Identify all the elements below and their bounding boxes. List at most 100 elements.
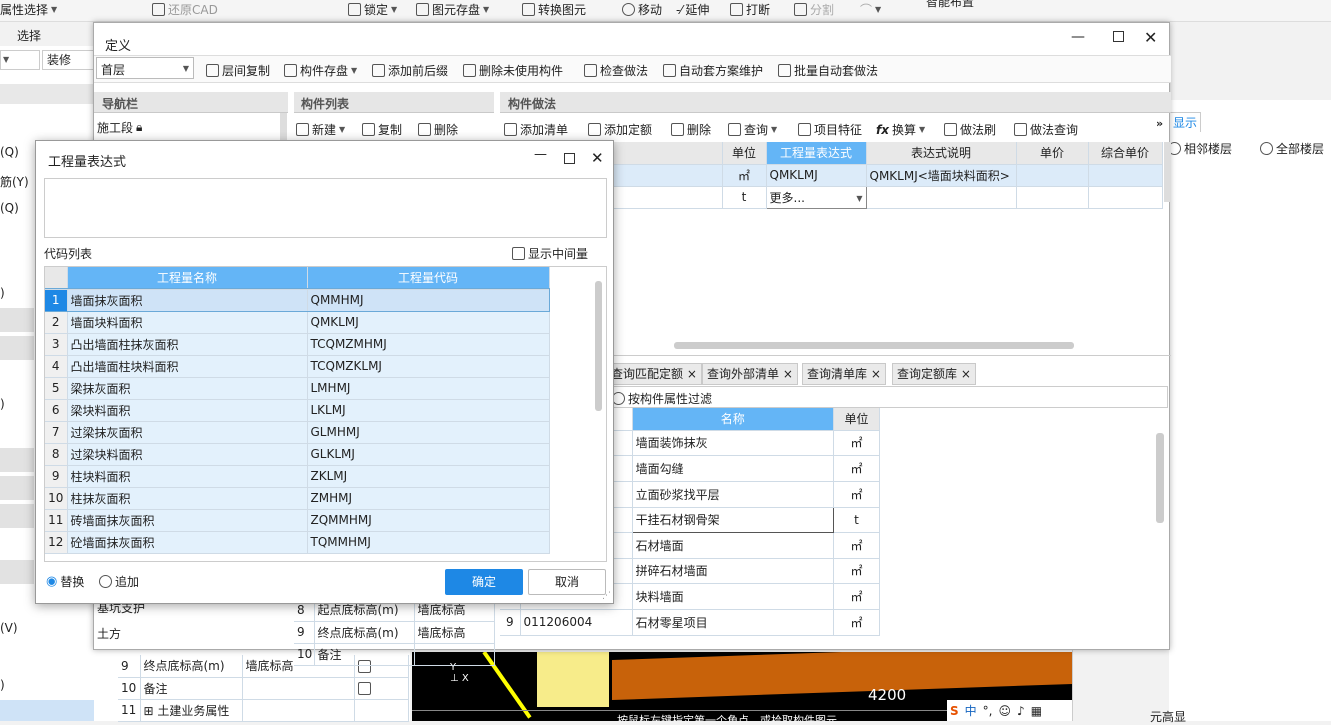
show-intermediate-checkbox[interactable]: 显示中间量 bbox=[512, 245, 588, 262]
append-radio[interactable]: 追加 bbox=[99, 573, 139, 590]
attr-select-menu[interactable]: 属性选择 ▼ bbox=[0, 1, 57, 18]
table-row[interactable]: 11 砖墙面抹灰面积 ZQMMHMJ bbox=[45, 509, 550, 532]
lock-button[interactable]: 锁定 ▼ bbox=[348, 1, 397, 18]
nav-item-earthwork[interactable]: 土方 bbox=[97, 625, 121, 642]
delete-unused-button[interactable]: 删除未使用构件 bbox=[463, 62, 563, 79]
table-row[interactable]: 9 柱块料面积 ZKLMJ bbox=[45, 465, 550, 488]
expr-input[interactable] bbox=[44, 178, 607, 238]
mic-icon[interactable]: ♪ bbox=[1017, 704, 1025, 718]
close-icon[interactable]: ✕ bbox=[591, 149, 604, 167]
close-icon[interactable]: × bbox=[871, 367, 881, 381]
delete-comp-button[interactable]: 删除 bbox=[418, 121, 458, 138]
new-comp-button[interactable]: 新建 ▼ bbox=[296, 121, 345, 138]
left-item[interactable]: (V) bbox=[0, 621, 18, 635]
ime-toolbar[interactable]: S 中 °, ☺ ♪ ▦ bbox=[947, 700, 1072, 721]
tab-list-lib[interactable]: 查询清单库 × bbox=[802, 363, 886, 385]
close-icon[interactable]: ✕ bbox=[1144, 28, 1157, 47]
table-row[interactable]: 10 柱抹灰面积 ZMHMJ bbox=[45, 487, 550, 510]
tab-match-quota[interactable]: 查询匹配定额 × bbox=[606, 363, 702, 385]
query-button[interactable]: 查询 ▼ bbox=[728, 121, 777, 138]
all-floors-radio[interactable]: 全部楼层 bbox=[1260, 140, 1324, 157]
left-item[interactable]: ) bbox=[0, 397, 5, 411]
close-icon[interactable]: × bbox=[687, 367, 697, 381]
delete-method-button[interactable]: 删除 bbox=[671, 121, 711, 138]
split-button[interactable]: 分割 bbox=[794, 1, 834, 18]
floor-select[interactable]: 首层 ▼ bbox=[96, 57, 194, 79]
expr-dropdown[interactable]: 更多... ▼ bbox=[765, 185, 867, 209]
minimize-icon[interactable]: — bbox=[1071, 29, 1085, 45]
lib-vscroll[interactable] bbox=[1156, 433, 1164, 523]
add-list-button[interactable]: 添加清单 bbox=[504, 121, 568, 138]
table-row[interactable]: 12 砼墙面抹灰面积 TQMMHMJ bbox=[45, 531, 550, 554]
table-row[interactable]: 9 011206004 石材零星项目㎡ bbox=[500, 609, 881, 636]
elem-save-button[interactable]: 图元存盘 ▼ bbox=[416, 1, 489, 18]
smart-layout-button[interactable]: 智能布置 bbox=[926, 0, 974, 10]
batch-auto-button[interactable]: 批量自动套做法 bbox=[778, 62, 878, 79]
left-item[interactable]: (Q) bbox=[0, 201, 19, 215]
nav-item-section[interactable]: 施工段 🔒︎ bbox=[97, 119, 142, 136]
left-item[interactable]: 筋(Y) bbox=[0, 173, 29, 190]
expand-icon[interactable]: ⊞ bbox=[144, 704, 154, 718]
table-row[interactable]: 5 梁抹灰面积 LMHMJ bbox=[45, 377, 550, 400]
table-row[interactable]: 1 墙面抹灰面积 QMMHMJ bbox=[45, 288, 550, 312]
item-feature-button[interactable]: 项目特征 bbox=[798, 121, 862, 138]
emoji-icon[interactable]: ☺ bbox=[999, 704, 1012, 718]
convert-button[interactable]: fx 换算 ▼ bbox=[876, 121, 925, 138]
move-button[interactable]: 移动 bbox=[622, 1, 662, 18]
fx-icon: fx bbox=[876, 122, 889, 137]
extend-button[interactable]: -⁄ 延伸 bbox=[676, 1, 709, 18]
row-number: 11 bbox=[45, 509, 68, 532]
add-quota-button[interactable]: 添加定额 bbox=[588, 121, 652, 138]
display-tab[interactable]: 显示 bbox=[1169, 112, 1202, 132]
adjacent-floor-radio[interactable]: 相邻楼层 bbox=[1168, 140, 1232, 157]
code-list: 工程量名称 工程量代码 1 墙面抹灰面积 QMMHMJ 2 墙面块料面积 QMKLMJ 3 凸… bbox=[44, 266, 607, 562]
cancel-button[interactable]: 取消 bbox=[528, 569, 606, 595]
left-item[interactable]: ) bbox=[0, 286, 5, 300]
ime-mode[interactable]: 中 bbox=[965, 702, 977, 719]
code-list-scrollbar[interactable] bbox=[595, 281, 602, 411]
table-row[interactable]: 2 墙面块料面积 QMKLMJ bbox=[45, 311, 550, 334]
left-item[interactable]: (Q) bbox=[0, 145, 19, 159]
drawing-canvas[interactable]: 4200 Y ⊥ X 按鼠标左键指定第一个角点，或拾取构件图元 S 中 °, ☺ ♪ ▦ bbox=[412, 652, 1072, 721]
check-method-button[interactable]: 检查做法 bbox=[584, 62, 648, 79]
method-brush-button[interactable]: 做法刷 bbox=[944, 121, 996, 138]
tab-quota-lib[interactable]: 查询定额库 × bbox=[892, 363, 976, 385]
add-prefix-button[interactable]: 添加前后缀 bbox=[372, 62, 448, 79]
table-row[interactable]: 3 凸出墙面柱抹灰面积 TCQMZMHMJ bbox=[45, 333, 550, 356]
restore-cad-button[interactable]: 还原CAD bbox=[152, 1, 218, 18]
arc-button[interactable]: ⌒ ▼ bbox=[860, 1, 881, 18]
table-row[interactable]: 7 过梁抹灰面积 GLMHMJ bbox=[45, 421, 550, 444]
copy-comp-button[interactable]: 复制 bbox=[362, 121, 402, 138]
minimize-icon[interactable]: — bbox=[534, 147, 547, 162]
divider bbox=[1072, 650, 1073, 721]
filter-by-attr-radio[interactable]: 按构件属性过滤 bbox=[612, 390, 712, 407]
method-vscroll[interactable] bbox=[1164, 142, 1171, 202]
method-query-button[interactable]: 做法查询 bbox=[1014, 121, 1078, 138]
close-icon[interactable]: × bbox=[961, 367, 971, 381]
resize-grip-icon[interactable]: ⋰ bbox=[602, 591, 611, 601]
table-row: 11 ⊞ 土建业务属性 bbox=[118, 699, 409, 722]
table-row[interactable]: 8 过梁块料面积 GLKLMJ bbox=[45, 443, 550, 466]
filter-value[interactable]: 装修 bbox=[42, 50, 94, 70]
copy-between-floors-button[interactable]: 层间复制 bbox=[206, 62, 270, 79]
replace-radio[interactable]: ◉ 替换 bbox=[46, 573, 84, 590]
punct-icon[interactable]: °, bbox=[983, 704, 993, 718]
method-hscroll[interactable] bbox=[674, 342, 1074, 349]
ok-button[interactable]: 确定 bbox=[445, 569, 523, 595]
auto-scheme-button[interactable]: 自动套方案维护 bbox=[663, 62, 763, 79]
filter-dropdown-left[interactable]: ▼ bbox=[0, 50, 40, 70]
qty-name: 过梁抹灰面积 bbox=[67, 421, 308, 444]
maximize-icon[interactable] bbox=[564, 153, 575, 164]
table-row[interactable]: 4 凸出墙面柱块料面积 TCQMZKLMJ bbox=[45, 355, 550, 378]
break-button[interactable]: 打断 bbox=[730, 1, 770, 18]
checkbox-icon[interactable] bbox=[357, 682, 371, 695]
maximize-icon[interactable] bbox=[1113, 31, 1124, 42]
close-icon[interactable]: × bbox=[783, 367, 793, 381]
more-icon[interactable]: » bbox=[1156, 117, 1163, 130]
table-row[interactable]: 6 梁块料面积 LKLMJ bbox=[45, 399, 550, 422]
convert-button[interactable]: 转换图元 bbox=[522, 1, 586, 18]
left-item[interactable]: ) bbox=[0, 678, 5, 692]
tab-external-list[interactable]: 查询外部清单 × bbox=[702, 363, 798, 385]
keyboard-icon[interactable]: ▦ bbox=[1031, 704, 1042, 718]
comp-save-button[interactable]: 构件存盘 ▼ bbox=[284, 62, 357, 79]
